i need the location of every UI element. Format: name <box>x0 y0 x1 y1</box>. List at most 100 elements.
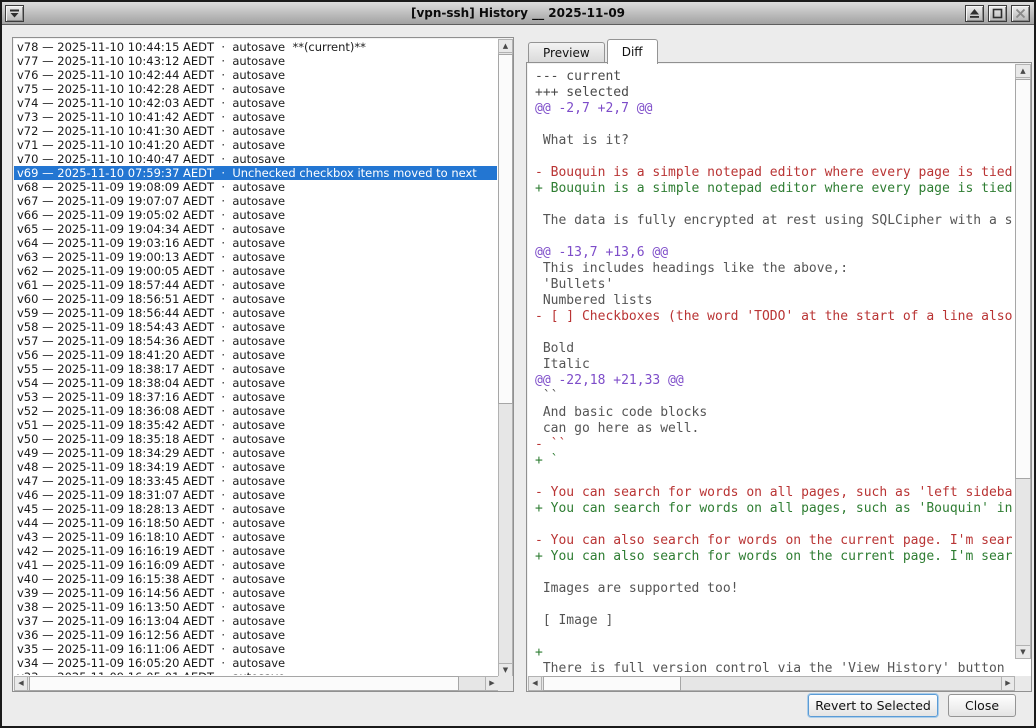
version-list-item[interactable]: v67 — 2025-11-09 19:07:07 AEDT · autosav… <box>14 194 497 208</box>
version-list-item[interactable]: v46 — 2025-11-09 18:31:07 AEDT · autosav… <box>14 488 497 502</box>
version-list-item[interactable]: v48 — 2025-11-09 18:34:19 AEDT · autosav… <box>14 460 497 474</box>
scroll-down-button[interactable]: ▼ <box>1015 645 1031 659</box>
version-list-item[interactable]: v38 — 2025-11-09 16:13:50 AEDT · autosav… <box>14 600 497 614</box>
tab-diff[interactable]: Diff <box>607 39 658 64</box>
triangle-right-icon: ▶ <box>489 679 494 687</box>
diff-line: There is full version control via the 'V… <box>535 661 1014 674</box>
version-list-item[interactable]: v44 — 2025-11-09 16:18:50 AEDT · autosav… <box>14 516 497 530</box>
triangle-down-icon: ▼ <box>1020 648 1025 656</box>
version-list-item[interactable]: v62 — 2025-11-09 19:00:05 AEDT · autosav… <box>14 264 497 278</box>
version-list-item[interactable]: v63 — 2025-11-09 19:00:13 AEDT · autosav… <box>14 250 497 264</box>
version-list-item[interactable]: v68 — 2025-11-09 19:08:09 AEDT · autosav… <box>14 180 497 194</box>
hscrollbar-thumb[interactable] <box>543 676 681 691</box>
version-list-item[interactable]: v66 — 2025-11-09 19:05:02 AEDT · autosav… <box>14 208 497 222</box>
version-list-item[interactable]: v70 — 2025-11-10 10:40:47 AEDT · autosav… <box>14 152 497 166</box>
version-list-item[interactable]: v43 — 2025-11-09 16:18:10 AEDT · autosav… <box>14 530 497 544</box>
version-list-item[interactable]: v65 — 2025-11-09 19:04:34 AEDT · autosav… <box>14 222 497 236</box>
version-list-item[interactable]: v41 — 2025-11-09 16:16:09 AEDT · autosav… <box>14 558 497 572</box>
version-list-frame: v78 — 2025-11-10 10:44:15 AEDT · autosav… <box>12 37 514 692</box>
version-list-item[interactable]: v33 — 2025-11-09 16:05:01 AEDT · autosav… <box>14 670 497 675</box>
shade-icon <box>969 8 980 19</box>
triangle-left-icon: ◀ <box>532 679 537 687</box>
diff-hscrollbar[interactable]: ◀ ▶ <box>528 676 1015 691</box>
version-list-item[interactable]: v54 — 2025-11-09 18:38:04 AEDT · autosav… <box>14 376 497 390</box>
version-list-item[interactable]: v61 — 2025-11-09 18:57:44 AEDT · autosav… <box>14 278 497 292</box>
scroll-left-button[interactable]: ◀ <box>14 676 28 691</box>
diff-line: [ Image ] <box>535 613 1014 629</box>
diff-line: + You can search for words on all pages,… <box>535 501 1014 517</box>
diff-line <box>535 565 1014 581</box>
version-list-item[interactable]: v39 — 2025-11-09 16:14:56 AEDT · autosav… <box>14 586 497 600</box>
version-list-item[interactable]: v55 — 2025-11-09 18:38:17 AEDT · autosav… <box>14 362 497 376</box>
diff-line <box>535 197 1014 213</box>
titlebar-buttons <box>963 5 1032 22</box>
close-button[interactable] <box>1011 5 1030 22</box>
close-dialog-button[interactable]: Close <box>948 694 1016 717</box>
scroll-up-button[interactable]: ▲ <box>498 39 513 53</box>
window-menu-button[interactable] <box>5 5 24 22</box>
scroll-up-button[interactable]: ▲ <box>1015 64 1031 78</box>
version-list-item[interactable]: v47 — 2025-11-09 18:33:45 AEDT · autosav… <box>14 474 497 488</box>
diff-line: @@ -2,7 +2,7 @@ <box>535 101 1014 117</box>
scroll-right-button[interactable]: ▶ <box>1001 676 1015 691</box>
version-list-item[interactable]: v40 — 2025-11-09 16:15:38 AEDT · autosav… <box>14 572 497 586</box>
scrollbar-corner <box>498 676 513 691</box>
diff-line: + <box>535 645 1014 661</box>
version-list-item[interactable]: v34 — 2025-11-09 16:05:20 AEDT · autosav… <box>14 656 497 670</box>
version-list-item[interactable]: v51 — 2025-11-09 18:35:42 AEDT · autosav… <box>14 418 497 432</box>
scroll-right-button[interactable]: ▶ <box>485 676 499 691</box>
version-list-item[interactable]: v36 — 2025-11-09 16:12:56 AEDT · autosav… <box>14 628 497 642</box>
diff-line: Bold <box>535 341 1014 357</box>
version-list-item[interactable]: v52 — 2025-11-09 18:36:08 AEDT · autosav… <box>14 404 497 418</box>
version-list-item[interactable]: v72 — 2025-11-10 10:41:30 AEDT · autosav… <box>14 124 497 138</box>
version-list-item[interactable]: v73 — 2025-11-10 10:41:42 AEDT · autosav… <box>14 110 497 124</box>
diff-line: - You can search for words on all pages,… <box>535 485 1014 501</box>
scroll-left-button[interactable]: ◀ <box>528 676 542 691</box>
version-list-hscrollbar[interactable]: ◀ ▶ <box>14 676 499 691</box>
diff-line: What is it? <box>535 133 1014 149</box>
version-list-item[interactable]: v50 — 2025-11-09 18:35:18 AEDT · autosav… <box>14 432 497 446</box>
version-list-item[interactable]: v53 — 2025-11-09 18:37:16 AEDT · autosav… <box>14 390 497 404</box>
history-window: [vpn-ssh] History __ 2025-11-09 v78 <box>0 0 1036 728</box>
version-list-item[interactable]: v75 — 2025-11-10 10:42:28 AEDT · autosav… <box>14 82 497 96</box>
version-list-item[interactable]: v58 — 2025-11-09 18:54:43 AEDT · autosav… <box>14 320 497 334</box>
hscrollbar-thumb[interactable] <box>29 676 459 691</box>
window-title: [vpn-ssh] History __ 2025-11-09 <box>2 2 1034 25</box>
version-list-item[interactable]: v45 — 2025-11-09 18:28:13 AEDT · autosav… <box>14 502 497 516</box>
version-list-item[interactable]: v49 — 2025-11-09 18:34:29 AEDT · autosav… <box>14 446 497 460</box>
version-list-vscrollbar[interactable]: ▲ ▼ <box>498 39 513 677</box>
diff-text[interactable]: --- current+++ selected@@ -2,7 +2,7 @@ W… <box>528 64 1014 674</box>
triangle-left-icon: ◀ <box>18 679 23 687</box>
version-list-item[interactable]: v56 — 2025-11-09 18:41:20 AEDT · autosav… <box>14 348 497 362</box>
shade-button[interactable] <box>965 5 984 22</box>
version-list-item[interactable]: v57 — 2025-11-09 18:54:36 AEDT · autosav… <box>14 334 497 348</box>
diff-line <box>535 229 1014 245</box>
scroll-down-button[interactable]: ▼ <box>498 663 513 677</box>
version-list-item[interactable]: v37 — 2025-11-09 16:13:04 AEDT · autosav… <box>14 614 497 628</box>
version-list-item[interactable]: v59 — 2025-11-09 18:56:44 AEDT · autosav… <box>14 306 497 320</box>
version-list-item[interactable]: v74 — 2025-11-10 10:42:03 AEDT · autosav… <box>14 96 497 110</box>
version-list-item[interactable]: v60 — 2025-11-09 18:56:51 AEDT · autosav… <box>14 292 497 306</box>
tab-preview[interactable]: Preview <box>528 42 605 63</box>
diff-line: can go here as well. <box>535 421 1014 437</box>
revert-button[interactable]: Revert to Selected <box>808 694 938 717</box>
version-list-item[interactable]: v35 — 2025-11-09 16:11:06 AEDT · autosav… <box>14 642 497 656</box>
vscrollbar-thumb[interactable] <box>1015 79 1031 479</box>
maximize-icon <box>992 8 1003 19</box>
maximize-button[interactable] <box>988 5 1007 22</box>
diff-line <box>535 597 1014 613</box>
scrollbar-corner <box>1015 676 1031 691</box>
version-list-item[interactable]: v64 — 2025-11-09 19:03:16 AEDT · autosav… <box>14 236 497 250</box>
version-list-item[interactable]: v78 — 2025-11-10 10:44:15 AEDT · autosav… <box>14 40 497 54</box>
diff-vscrollbar[interactable]: ▲ ▼ <box>1015 64 1031 659</box>
version-list-item[interactable]: v42 — 2025-11-09 16:16:19 AEDT · autosav… <box>14 544 497 558</box>
version-list-item[interactable]: v77 — 2025-11-10 10:43:12 AEDT · autosav… <box>14 54 497 68</box>
version-list-item[interactable]: v71 — 2025-11-10 10:41:20 AEDT · autosav… <box>14 138 497 152</box>
version-list[interactable]: v78 — 2025-11-10 10:44:15 AEDT · autosav… <box>14 39 497 675</box>
diff-line: @@ -13,7 +13,6 @@ <box>535 245 1014 261</box>
version-list-item[interactable]: v76 — 2025-11-10 10:42:44 AEDT · autosav… <box>14 68 497 82</box>
diff-line <box>535 469 1014 485</box>
version-list-item[interactable]: v69 — 2025-11-10 07:59:37 AEDT · Uncheck… <box>14 166 497 180</box>
titlebar[interactable]: [vpn-ssh] History __ 2025-11-09 <box>2 2 1034 25</box>
vscrollbar-thumb[interactable] <box>498 54 513 404</box>
